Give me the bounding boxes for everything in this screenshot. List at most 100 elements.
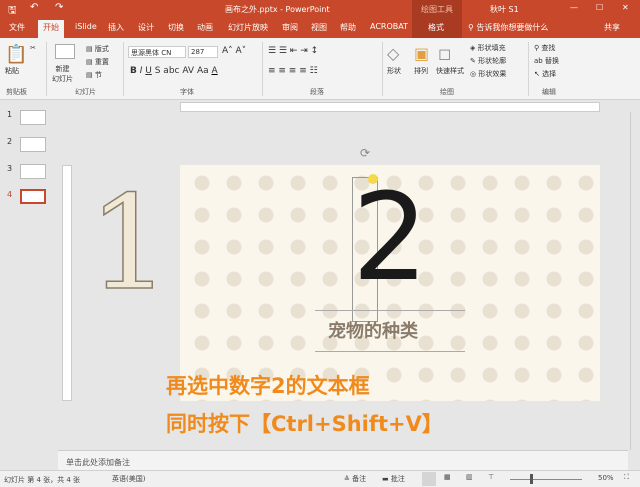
section-button[interactable]: ▤ 节 bbox=[86, 70, 102, 80]
align-buttons[interactable]: ≡ ≡ ≡ ≡ ☷ bbox=[268, 66, 318, 76]
reset-label: 重置 bbox=[94, 58, 109, 66]
shape-outline-button[interactable]: ✎ 形状轮廓 bbox=[470, 56, 506, 66]
thumb-number: 3 bbox=[7, 164, 13, 173]
thumb-number: 4 bbox=[7, 190, 13, 199]
tab-help[interactable]: 帮助 bbox=[340, 22, 356, 33]
group-font: 字体 bbox=[180, 88, 194, 96]
tab-slideshow[interactable]: 幻灯片放映 bbox=[228, 22, 268, 33]
offcanvas-number[interactable]: 1 bbox=[87, 177, 171, 309]
language[interactable]: 英语(美国) bbox=[112, 474, 145, 484]
notes-label: 备注 bbox=[352, 475, 367, 483]
minimize-button[interactable]: — bbox=[570, 3, 578, 12]
group-slides: 幻灯片 bbox=[75, 88, 96, 96]
quick-styles-icon: ◻ bbox=[438, 44, 452, 63]
tab-format[interactable]: 格式 bbox=[428, 22, 444, 33]
shapes-button[interactable]: 形状 bbox=[387, 66, 401, 76]
section-label: 节 bbox=[94, 71, 102, 79]
tutorial-caption-1: 再选中数字2的文本框 bbox=[166, 374, 370, 398]
font-format-buttons[interactable]: B I U S abc AV Aa A bbox=[130, 66, 218, 76]
tab-review[interactable]: 审阅 bbox=[282, 22, 298, 33]
tab-design[interactable]: 设计 bbox=[138, 22, 154, 33]
drawing-tools-label: 绘图工具 bbox=[412, 0, 462, 18]
slide-subtitle[interactable]: 宠物的种类 bbox=[328, 317, 418, 343]
group-editing: 编辑 bbox=[542, 88, 556, 96]
font-size-select[interactable]: 287 bbox=[188, 46, 218, 58]
shape-effect-button[interactable]: ◎ 形状效果 bbox=[470, 69, 506, 79]
slide-canvas: 2 宠物的种类 bbox=[180, 165, 600, 401]
fit-window-icon[interactable]: ⛶ bbox=[624, 473, 629, 482]
title-bar: 🖫 ↶ ↷ 画布之外.pptx - PowerPoint 绘图工具 秋叶 S1 … bbox=[0, 0, 640, 18]
slide-info: 幻灯片 第 4 张，共 4 张 bbox=[4, 476, 81, 484]
new-slide-icon bbox=[55, 44, 75, 59]
redo-icon[interactable]: ↷ bbox=[55, 2, 63, 13]
cut-icon[interactable]: ✂ bbox=[30, 44, 36, 52]
find-button[interactable]: ⚲ 查找 bbox=[534, 43, 555, 53]
shape-fill-label: 形状填充 bbox=[477, 44, 506, 52]
comments-toggle[interactable]: ▬ 批注 bbox=[382, 474, 405, 484]
tutorial-caption-2: 同时按下【Ctrl+Shift+V】 bbox=[166, 412, 443, 436]
shape-outline-label: 形状轮廓 bbox=[478, 57, 507, 65]
tab-transitions[interactable]: 切换 bbox=[168, 22, 184, 33]
maximize-button[interactable]: ☐ bbox=[596, 3, 603, 12]
normal-view-button[interactable] bbox=[422, 472, 436, 486]
big-number[interactable]: 2 bbox=[352, 173, 428, 305]
select-button[interactable]: ↖ 选择 bbox=[534, 69, 556, 79]
new-slide-button[interactable]: 新建 幻灯片 bbox=[52, 64, 73, 84]
close-button[interactable]: ✕ bbox=[622, 3, 629, 12]
notes-pane[interactable]: 单击此处添加备注 bbox=[58, 450, 628, 470]
tab-islide[interactable]: iSlide bbox=[75, 22, 97, 31]
rotate-handle-icon[interactable]: ⟳ bbox=[360, 146, 370, 160]
slide-thumbnails: 1 2 3 4 bbox=[0, 100, 58, 470]
zoom-slider-thumb[interactable] bbox=[530, 474, 533, 484]
status-bar: 幻灯片 第 4 张，共 4 张 英语(美国) ≙ 备注 ▬ 批注 ▦ ▥ ⊤ 5… bbox=[0, 470, 640, 487]
document-title: 画布之外.pptx - PowerPoint bbox=[225, 5, 330, 14]
slide-thumb-3[interactable] bbox=[20, 164, 46, 179]
tell-me-text: 告诉我你想要做什么 bbox=[476, 23, 549, 32]
reset-button[interactable]: ▤ 重置 bbox=[86, 57, 109, 67]
tab-animations[interactable]: 动画 bbox=[197, 22, 213, 33]
list-buttons[interactable]: ☰ ☰ ⇤ ⇥ ↕ bbox=[268, 46, 318, 56]
layout-label: 版式 bbox=[94, 45, 109, 53]
tab-acrobat[interactable]: ACROBAT bbox=[370, 22, 408, 31]
quick-styles-button[interactable]: 快速样式 bbox=[436, 66, 464, 76]
zoom-slider[interactable] bbox=[510, 479, 582, 480]
replace-button[interactable]: ab 替换 bbox=[534, 56, 559, 66]
font-grow-button[interactable]: A˄ A˅ bbox=[222, 46, 246, 56]
vertical-scrollbar[interactable] bbox=[630, 112, 640, 450]
find-label: 查找 bbox=[541, 44, 556, 52]
group-paragraph: 段落 bbox=[310, 88, 324, 96]
font-name-select[interactable]: 思源黑体 CN bbox=[128, 46, 186, 58]
paste-button[interactable]: 粘贴 bbox=[5, 66, 19, 76]
arrange-button[interactable]: 排列 bbox=[414, 66, 428, 76]
sorter-view-button[interactable]: ▦ bbox=[444, 473, 451, 481]
share-button[interactable]: 共享 bbox=[604, 22, 620, 33]
tab-file[interactable]: 文件 bbox=[9, 22, 25, 33]
notes-toggle[interactable]: ≙ 备注 bbox=[344, 474, 366, 484]
zoom-level[interactable]: 50% bbox=[598, 474, 614, 482]
comments-label: 批注 bbox=[390, 475, 405, 483]
horizontal-ruler bbox=[180, 102, 600, 112]
ribbon-tabs: 文件 开始 iSlide 插入 设计 切换 动画 幻灯片放映 审阅 视图 帮助 … bbox=[0, 18, 640, 38]
shape-fill-button[interactable]: ◈ 形状填充 bbox=[470, 43, 506, 53]
adjust-handle[interactable] bbox=[368, 174, 378, 184]
tab-insert[interactable]: 插入 bbox=[108, 22, 124, 33]
undo-icon[interactable]: ↶ bbox=[30, 2, 38, 13]
slide-thumb-2[interactable] bbox=[20, 137, 46, 152]
slide-thumb-4[interactable] bbox=[20, 189, 46, 204]
shape-effect-label: 形状效果 bbox=[478, 70, 507, 78]
slide-thumb-1[interactable] bbox=[20, 110, 46, 125]
paste-icon: 📋 bbox=[5, 44, 28, 65]
replace-label: 替换 bbox=[544, 57, 559, 65]
thumb-number: 2 bbox=[7, 137, 13, 146]
slideshow-button[interactable]: ⊤ bbox=[488, 473, 494, 481]
reading-view-button[interactable]: ▥ bbox=[466, 473, 473, 481]
user-name[interactable]: 秋叶 S1 bbox=[490, 4, 519, 15]
tab-home[interactable]: 开始 bbox=[38, 20, 64, 38]
group-clipboard: 剪贴板 bbox=[6, 88, 27, 96]
tab-view[interactable]: 视图 bbox=[311, 22, 327, 33]
ribbon: 📋 粘贴 ✂ 剪贴板 新建 幻灯片 ▤ 版式 ▤ 重置 ▤ 节 幻灯片 思源黑体… bbox=[0, 38, 640, 100]
thumb-number: 1 bbox=[7, 110, 13, 119]
layout-button[interactable]: ▤ 版式 bbox=[86, 44, 109, 54]
tell-me-search[interactable]: ⚲ 告诉我你想要做什么 bbox=[468, 22, 548, 33]
vertical-ruler bbox=[62, 165, 72, 401]
